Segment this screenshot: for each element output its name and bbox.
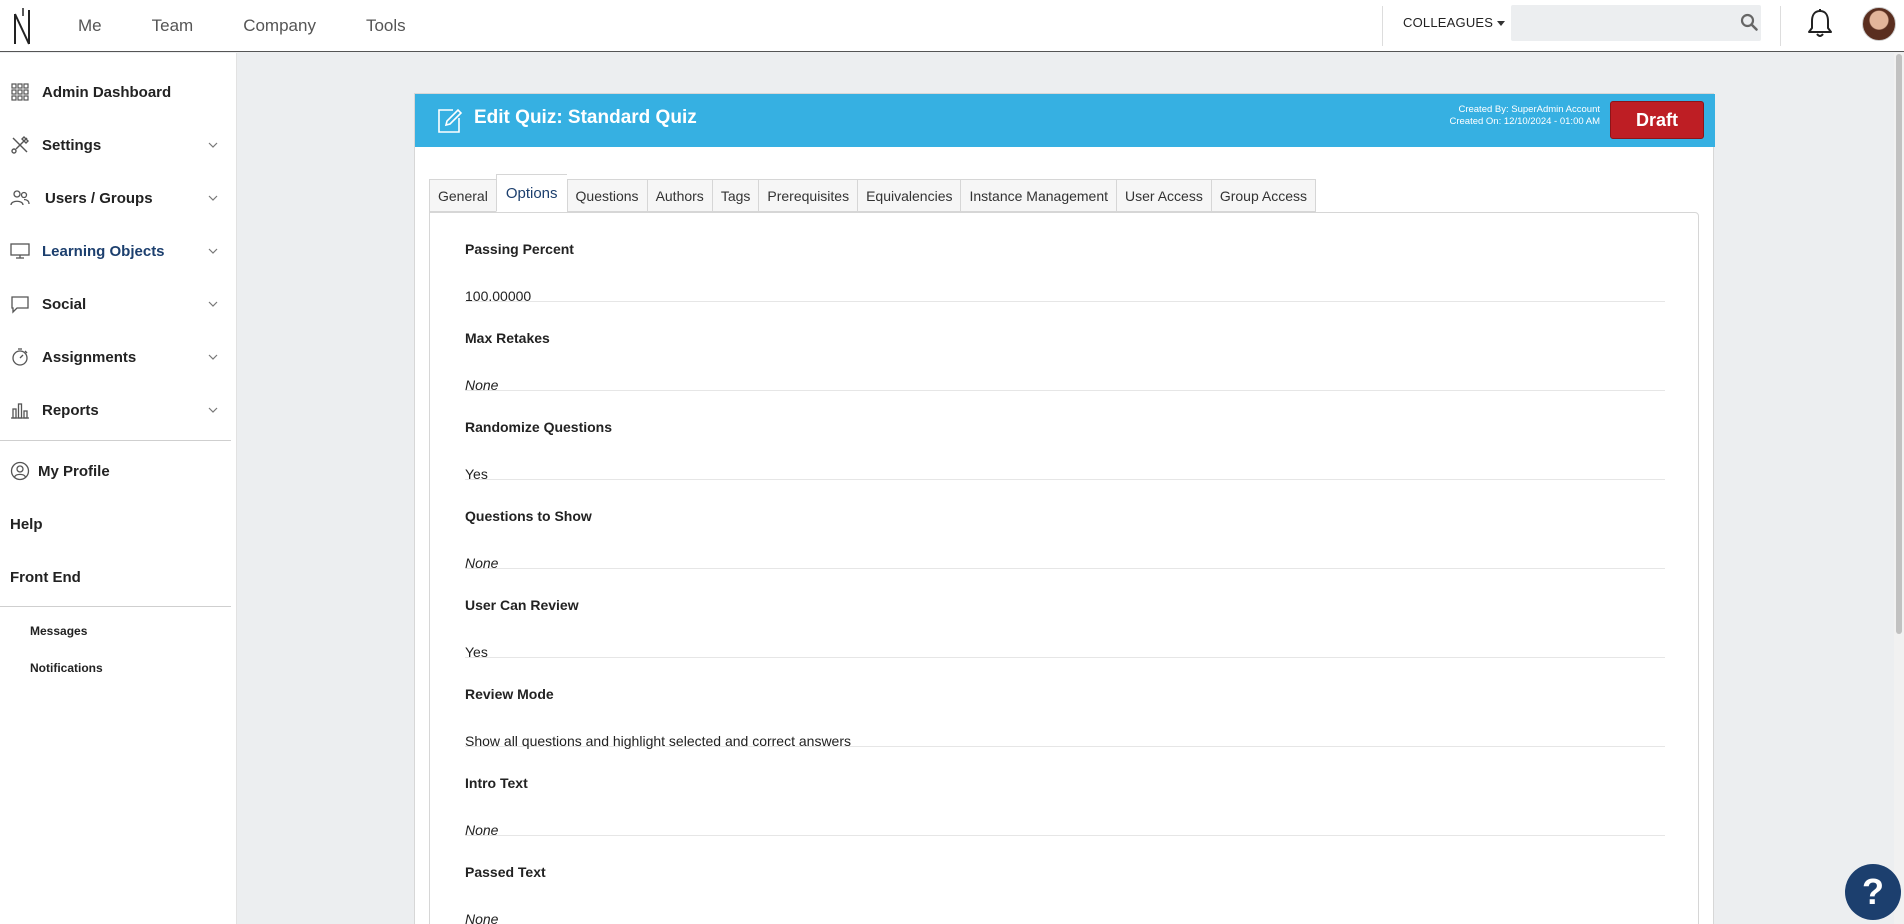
sidebar-item-messages[interactable]: Messages bbox=[30, 624, 87, 638]
divider bbox=[1780, 6, 1781, 46]
chevron-down-icon bbox=[208, 142, 218, 148]
bar-chart-icon bbox=[11, 403, 29, 419]
sidebar-item-label: Assignments bbox=[42, 348, 137, 366]
scrollbar-thumb[interactable] bbox=[1896, 54, 1902, 634]
tab-user-access[interactable]: User Access bbox=[1116, 179, 1211, 212]
top-nav: Me Team Company Tools bbox=[78, 0, 406, 52]
avatar[interactable] bbox=[1862, 7, 1896, 41]
sidebar-item-settings[interactable]: Settings bbox=[0, 125, 230, 165]
user-circle-icon bbox=[10, 461, 30, 481]
sidebar-divider bbox=[0, 606, 231, 607]
sidebar-item-learning-objects[interactable]: Learning Objects bbox=[0, 231, 230, 271]
sidebar-item-label: Learning Objects bbox=[42, 242, 165, 260]
sidebar: Admin Dashboard Settings Users / Groups bbox=[0, 53, 237, 924]
tools-icon bbox=[11, 136, 29, 154]
created-meta: Created By: SuperAdmin Account Created O… bbox=[1449, 104, 1600, 128]
chevron-down-icon bbox=[208, 195, 218, 201]
top-nav-team[interactable]: Team bbox=[152, 16, 194, 36]
colleagues-label: COLLEAGUES bbox=[1403, 15, 1494, 30]
top-nav-company[interactable]: Company bbox=[243, 16, 316, 36]
chevron-down-icon bbox=[208, 354, 218, 360]
caret-down-icon bbox=[1497, 21, 1506, 27]
colleagues-dropdown[interactable]: COLLEAGUES bbox=[1403, 15, 1506, 30]
tab-bar: General Options Questions Authors Tags P… bbox=[429, 174, 1316, 212]
chevron-down-icon bbox=[208, 301, 218, 307]
field-randomize-questions: Randomize Questions Yes bbox=[465, 391, 1665, 482]
grid-icon bbox=[11, 83, 29, 101]
sidebar-item-label: Users / Groups bbox=[45, 189, 153, 207]
edit-quiz-card: Edit Quiz: Standard Quiz Created By: Sup… bbox=[414, 93, 1715, 924]
sidebar-item-my-profile[interactable]: My Profile bbox=[0, 451, 230, 491]
top-bar: Me Team Company Tools COLLEAGUES bbox=[0, 0, 1904, 52]
tab-questions[interactable]: Questions bbox=[566, 179, 647, 212]
chevron-down-icon bbox=[208, 248, 218, 254]
tab-authors[interactable]: Authors bbox=[646, 179, 712, 212]
search-icon[interactable] bbox=[1740, 13, 1758, 31]
bell-icon[interactable] bbox=[1806, 8, 1834, 40]
field-questions-to-show: Questions to Show None bbox=[465, 480, 1665, 571]
brand-logo-icon[interactable] bbox=[10, 6, 34, 46]
field-label: Randomize Questions bbox=[465, 419, 613, 435]
users-icon bbox=[10, 190, 30, 206]
search-input[interactable] bbox=[1511, 5, 1761, 41]
created-by: Created By: SuperAdmin Account bbox=[1458, 104, 1600, 115]
sidebar-item-social[interactable]: Social bbox=[0, 284, 230, 324]
sidebar-item-label: Reports bbox=[42, 401, 99, 419]
sidebar-item-assignments[interactable]: Assignments bbox=[0, 337, 230, 377]
field-user-can-review: User Can Review Yes bbox=[465, 569, 1665, 660]
monitor-icon bbox=[10, 243, 30, 259]
stopwatch-icon bbox=[12, 348, 28, 366]
tab-options[interactable]: Options bbox=[495, 174, 567, 212]
field-label: Intro Text bbox=[465, 775, 528, 791]
sidebar-item-admin-dashboard[interactable]: Admin Dashboard bbox=[0, 72, 230, 112]
sidebar-item-label: Social bbox=[42, 295, 87, 313]
field-max-retakes: Max Retakes None bbox=[465, 302, 1665, 393]
tab-group-access[interactable]: Group Access bbox=[1210, 179, 1316, 212]
field-value: None bbox=[465, 911, 499, 924]
tab-prerequisites[interactable]: Prerequisites bbox=[758, 179, 858, 212]
tab-equivalencies[interactable]: Equivalencies bbox=[857, 179, 961, 212]
sidebar-item-label: Admin Dashboard bbox=[42, 83, 172, 101]
field-passed-text: Passed Text None bbox=[465, 836, 1665, 924]
top-nav-tools[interactable]: Tools bbox=[366, 16, 406, 36]
sidebar-item-label: My Profile bbox=[38, 462, 110, 480]
sidebar-item-reports[interactable]: Reports bbox=[0, 390, 230, 430]
sidebar-item-front-end[interactable]: Front End bbox=[10, 569, 81, 586]
field-label: Max Retakes bbox=[465, 330, 550, 346]
edit-icon bbox=[438, 108, 463, 133]
tab-general[interactable]: General bbox=[429, 179, 496, 212]
chevron-down-icon bbox=[208, 407, 218, 413]
page-title: Edit Quiz: Standard Quiz bbox=[474, 107, 697, 128]
field-intro-text: Intro Text None bbox=[465, 747, 1665, 838]
field-label: Review Mode bbox=[465, 686, 554, 702]
field-label: Questions to Show bbox=[465, 508, 592, 524]
sidebar-item-notifications[interactable]: Notifications bbox=[30, 661, 103, 675]
sidebar-item-help[interactable]: Help bbox=[10, 516, 43, 533]
field-label: User Can Review bbox=[465, 597, 579, 613]
speech-bubble-icon bbox=[11, 296, 29, 314]
field-review-mode: Review Mode Show all questions and highl… bbox=[465, 658, 1665, 749]
sidebar-divider bbox=[0, 440, 231, 441]
sidebar-item-label: Settings bbox=[42, 136, 102, 154]
divider bbox=[1382, 6, 1383, 46]
sidebar-item-users-groups[interactable]: Users / Groups bbox=[0, 178, 230, 218]
field-passing-percent: Passing Percent 100.00000 bbox=[465, 213, 1665, 304]
draft-status-button[interactable]: Draft bbox=[1610, 101, 1704, 139]
tab-tags[interactable]: Tags bbox=[711, 179, 759, 212]
field-label: Passing Percent bbox=[465, 241, 574, 257]
options-panel: Passing Percent 100.00000 Max Retakes No… bbox=[429, 212, 1699, 924]
help-button[interactable]: ? bbox=[1845, 864, 1901, 920]
tab-instance-management[interactable]: Instance Management bbox=[960, 179, 1117, 212]
created-on: Created On: 12/10/2024 - 01:00 AM bbox=[1449, 116, 1600, 127]
card-header: Edit Quiz: Standard Quiz Created By: Sup… bbox=[415, 94, 1715, 147]
top-nav-me[interactable]: Me bbox=[78, 16, 102, 36]
field-label: Passed Text bbox=[465, 864, 546, 880]
